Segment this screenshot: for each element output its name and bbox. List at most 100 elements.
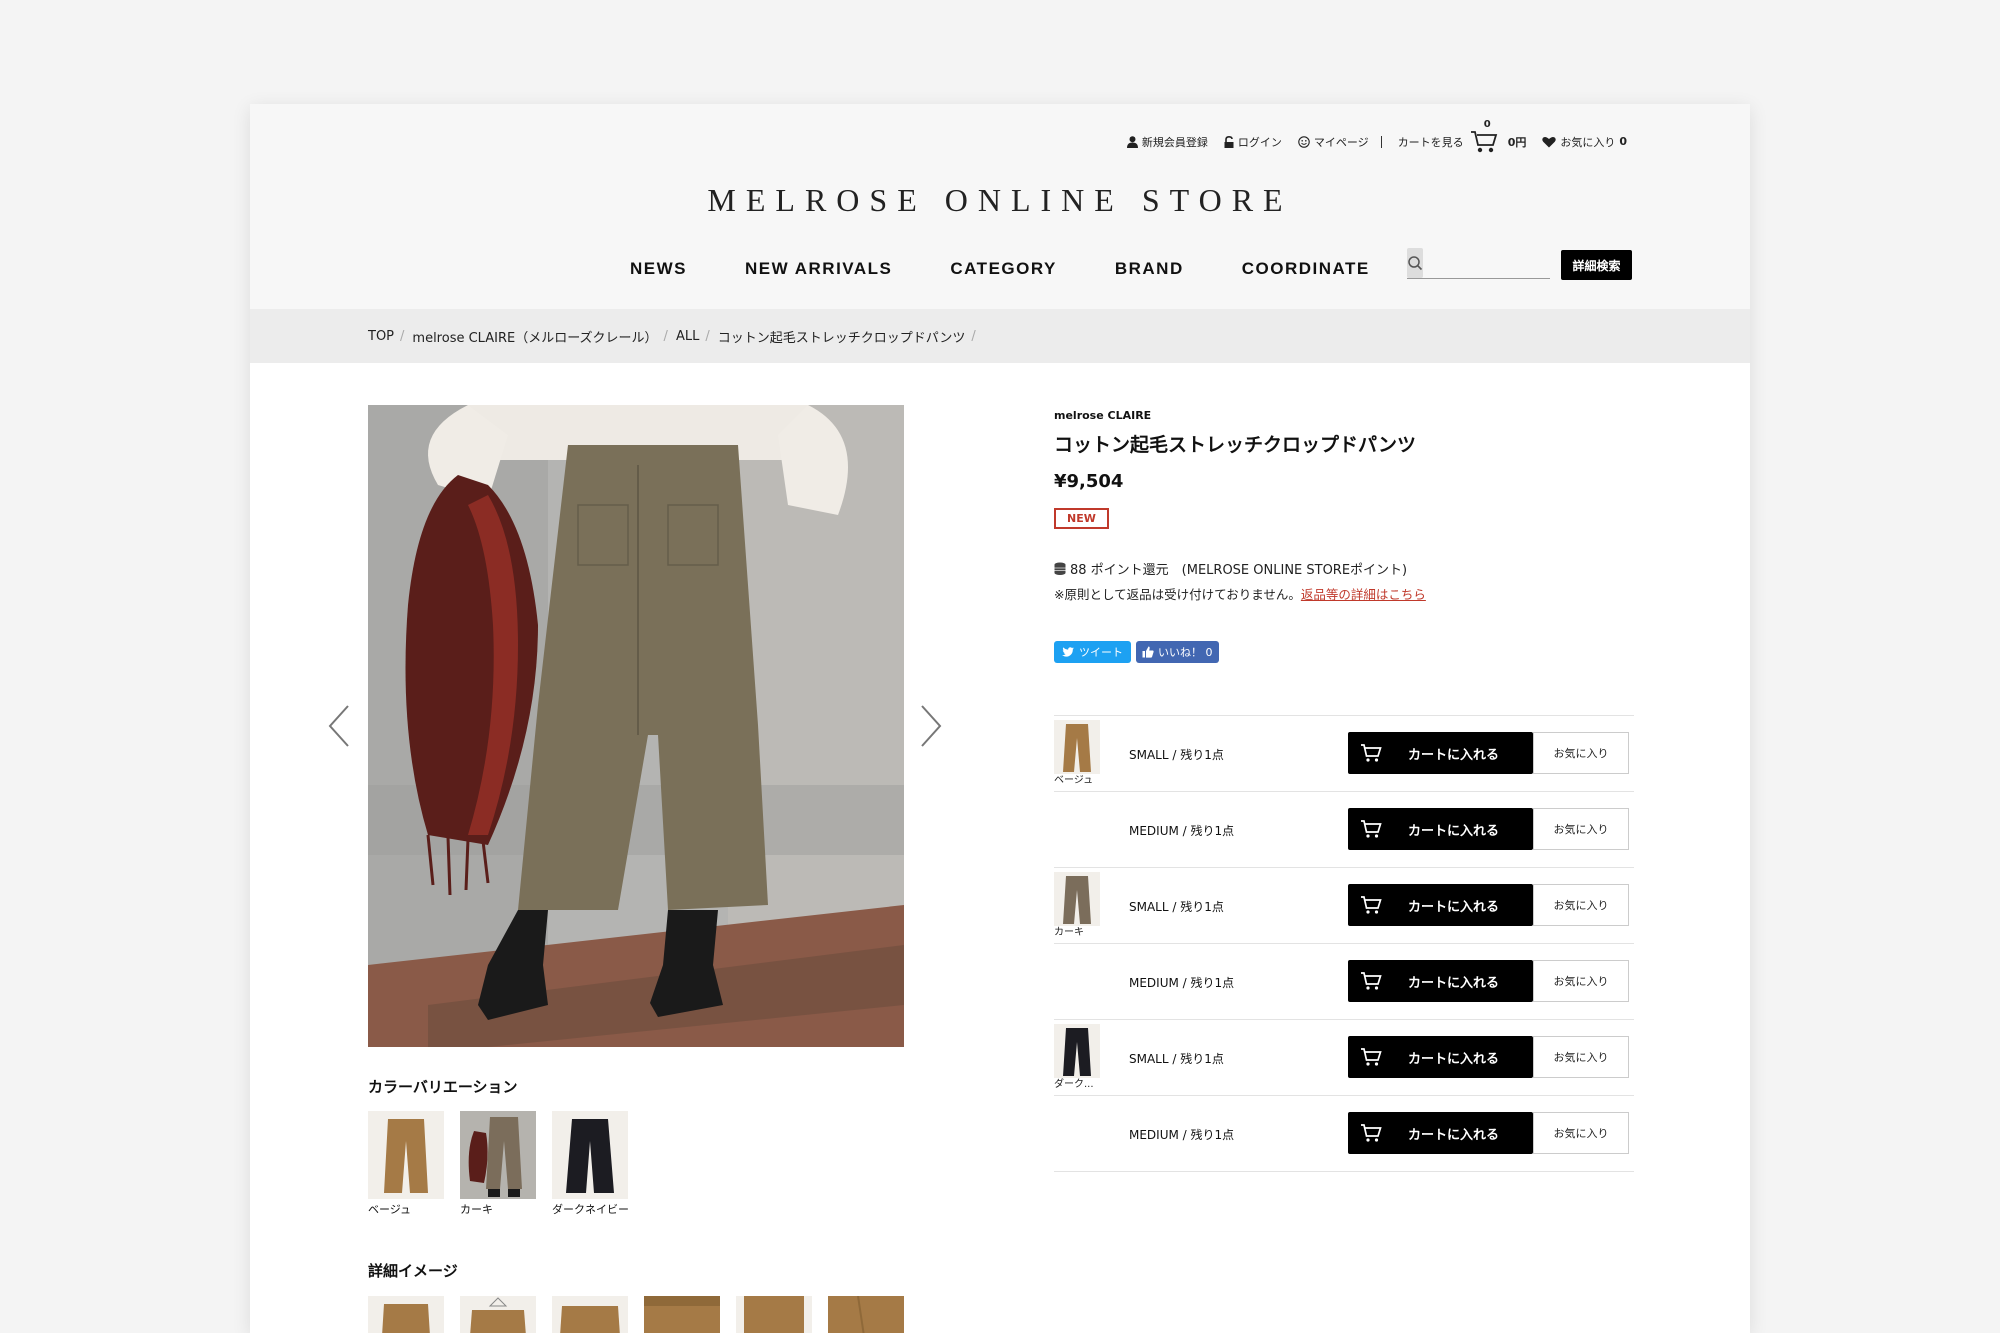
- breadcrumb-all[interactable]: ALL: [676, 329, 699, 344]
- add-to-cart-label: カートに入れる: [1408, 1051, 1500, 1067]
- cart-total: 0円: [1507, 135, 1527, 149]
- product-photo-illustration: [368, 405, 904, 1047]
- tweet-label: ツイート: [1079, 646, 1123, 659]
- swatch-dark-navy[interactable]: ダークネイビー: [552, 1111, 630, 1217]
- add-to-cart-button[interactable]: カートに入れる: [1348, 808, 1533, 850]
- breadcrumb-separator: /: [971, 328, 976, 344]
- login-label: ログイン: [1237, 135, 1282, 149]
- nav-category[interactable]: CATEGORY: [950, 259, 1056, 279]
- color-variation-title: カラーバリエーション: [368, 1078, 518, 1096]
- search-box: [1407, 247, 1584, 279]
- nav-new-arrivals[interactable]: NEW ARRIVALS: [745, 259, 892, 279]
- breadcrumb-top[interactable]: TOP: [368, 329, 394, 344]
- stock-row: MEDIUM / 残り1点 カートに入れる お気に入り: [1054, 792, 1634, 868]
- add-to-favorites-button[interactable]: お気に入り: [1533, 1036, 1629, 1078]
- row-color-thumb: ダーク...: [1054, 1024, 1100, 1091]
- row-color-label: カーキ: [1054, 927, 1084, 938]
- nav-coordinate[interactable]: COORDINATE: [1242, 259, 1370, 279]
- swatch-dark-navy-image: [552, 1111, 628, 1199]
- nav-brand[interactable]: BRAND: [1115, 259, 1184, 279]
- row-size-stock: MEDIUM / 残り1点: [1129, 976, 1235, 990]
- add-to-cart-label: カートに入れる: [1408, 747, 1500, 763]
- cart-link[interactable]: カートを見る 0 0円: [1397, 119, 1527, 157]
- search-button[interactable]: [1407, 247, 1423, 278]
- mypage-link[interactable]: マイページ: [1298, 134, 1369, 150]
- twitter-bird-icon: [1062, 647, 1074, 657]
- add-to-cart-label: カートに入れる: [1408, 899, 1500, 915]
- detail-thumb[interactable]: [644, 1296, 720, 1333]
- product-name: コットン起毛ストレッチクロップドパンツ: [1054, 434, 1416, 456]
- cart-icon: [1361, 820, 1382, 838]
- add-to-cart-label: カートに入れる: [1408, 1127, 1500, 1143]
- nav-news[interactable]: NEWS: [630, 259, 687, 279]
- next-image-arrow-icon[interactable]: [918, 704, 944, 748]
- cart-icon: [1361, 1124, 1382, 1142]
- site-header: 新規会員登録 ログイン マイページ カートを見る 0 0円 お気に入り 0 ME…: [250, 104, 1750, 309]
- swatch-khaki[interactable]: カーキ: [460, 1111, 538, 1217]
- row-size-stock: MEDIUM / 残り1点: [1129, 824, 1235, 838]
- row-color-thumb: ベージュ: [1054, 720, 1100, 787]
- product-brand[interactable]: melrose CLAIRE: [1054, 409, 1634, 422]
- favorites-label: お気に入り: [1560, 135, 1616, 149]
- return-note-text: ※原則として返品は受け付けておりません。: [1054, 587, 1301, 602]
- swatch-label: ダークネイビー: [552, 1203, 629, 1216]
- detail-thumb[interactable]: [460, 1296, 536, 1333]
- add-to-cart-button[interactable]: カートに入れる: [1348, 960, 1533, 1002]
- color-swatches: ベージュ カーキ ダークネイビー: [368, 1111, 644, 1217]
- points-text: 88 ポイント還元 (MELROSE ONLINE STOREポイント): [1070, 563, 1408, 578]
- row-color-image: [1054, 1024, 1100, 1078]
- cart-icon: [1361, 1048, 1382, 1066]
- add-to-favorites-button[interactable]: お気に入り: [1533, 884, 1629, 926]
- facebook-like-button[interactable]: いいね！ 0: [1136, 641, 1219, 663]
- stock-row: ダーク... SMALL / 残り1点 カートに入れる お気に入り: [1054, 1020, 1634, 1096]
- thumbs-up-icon: [1142, 646, 1154, 658]
- login-link[interactable]: ログイン: [1224, 134, 1282, 150]
- return-policy-link[interactable]: 返品等の詳細はこちら: [1301, 587, 1426, 602]
- add-to-favorites-button[interactable]: お気に入り: [1533, 1112, 1629, 1154]
- product-info: melrose CLAIRE コットン起毛ストレッチクロップドパンツ ¥9,50…: [1054, 409, 1634, 663]
- favorites-count: 0: [1619, 135, 1627, 148]
- add-to-favorites-button[interactable]: お気に入り: [1533, 732, 1629, 774]
- add-to-favorites-button[interactable]: お気に入り: [1533, 808, 1629, 850]
- advanced-search-button[interactable]: 詳細検索: [1561, 250, 1632, 280]
- search-icon: [1408, 255, 1423, 270]
- search-input[interactable]: [1423, 247, 1584, 278]
- add-to-cart-button[interactable]: カートに入れる: [1348, 1036, 1533, 1078]
- prev-image-arrow-icon[interactable]: [326, 704, 352, 748]
- new-badge: NEW: [1054, 508, 1109, 529]
- add-to-cart-button[interactable]: カートに入れる: [1348, 1112, 1533, 1154]
- swatch-beige[interactable]: ベージュ: [368, 1111, 446, 1217]
- stock-row: ベージュ SMALL / 残り1点 カートに入れる お気に入り: [1054, 716, 1634, 792]
- favorites-link[interactable]: お気に入り 0: [1542, 134, 1627, 150]
- heart-icon: [1542, 136, 1557, 147]
- product-price: ¥9,504: [1054, 471, 1124, 492]
- swatch-label: ベージュ: [368, 1203, 412, 1216]
- tweet-button[interactable]: ツイート: [1054, 641, 1131, 663]
- cart-label: カートを見る: [1397, 135, 1464, 149]
- detail-thumb[interactable]: [736, 1296, 812, 1333]
- breadcrumb-current: コットン起毛ストレッチクロップドパンツ: [717, 330, 966, 346]
- breadcrumb-brand[interactable]: melrose CLAIRE（メルローズクレール）: [412, 327, 657, 346]
- cart-icon-wrap: 0: [1470, 119, 1502, 157]
- coin-stack-icon: [1054, 562, 1066, 575]
- site-logo[interactable]: MELROSE ONLINE STORE: [250, 182, 1750, 219]
- social-buttons: ツイート いいね！ 0: [1054, 641, 1634, 663]
- detail-thumb[interactable]: [828, 1296, 904, 1333]
- signup-link[interactable]: 新規会員登録: [1126, 134, 1208, 150]
- main-product-image[interactable]: [368, 405, 904, 1047]
- detail-thumb[interactable]: [552, 1296, 628, 1333]
- add-to-favorites-button[interactable]: お気に入り: [1533, 960, 1629, 1002]
- row-size-stock: SMALL / 残り1点: [1129, 900, 1224, 914]
- row-color-image: [1054, 872, 1100, 926]
- cart-icon: [1470, 131, 1497, 153]
- row-color-label: ダーク...: [1054, 1079, 1094, 1090]
- points-info: 88 ポイント還元 (MELROSE ONLINE STOREポイント): [1054, 559, 1634, 578]
- return-note: ※原則として返品は受け付けておりません。返品等の詳細はこちら: [1054, 584, 1634, 603]
- detail-images: [368, 1296, 920, 1333]
- swatch-beige-image: [368, 1111, 444, 1199]
- detail-thumb[interactable]: [368, 1296, 444, 1333]
- add-to-cart-button[interactable]: カートに入れる: [1348, 884, 1533, 926]
- cart-icon: [1361, 896, 1382, 914]
- add-to-cart-button[interactable]: カートに入れる: [1348, 732, 1533, 774]
- breadcrumb-separator: /: [663, 328, 668, 344]
